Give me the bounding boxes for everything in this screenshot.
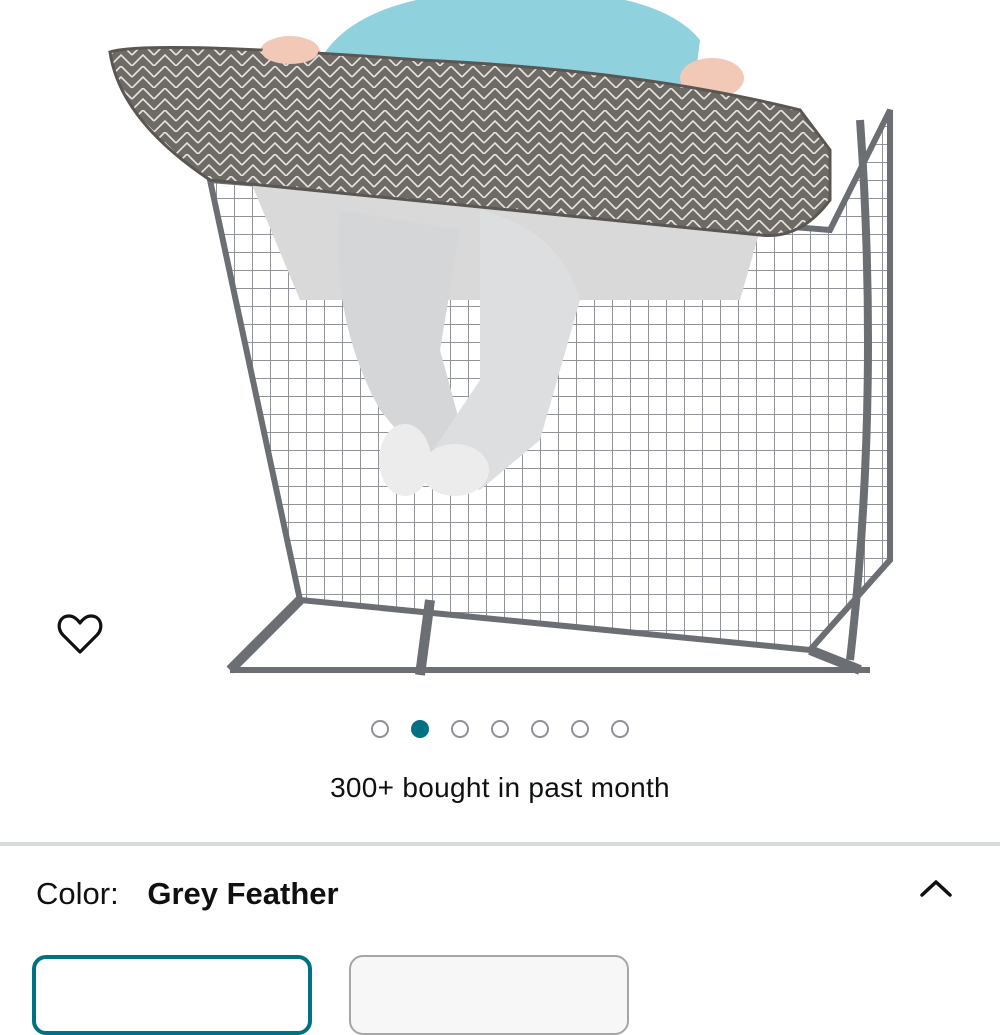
section-divider — [0, 842, 1000, 846]
image-dot-3[interactable] — [451, 720, 469, 738]
chevron-up-icon — [920, 880, 952, 897]
wishlist-button[interactable] — [56, 612, 108, 664]
bought-in-past-month-text: 300+ bought in past month — [330, 772, 670, 803]
image-dot-6[interactable] — [571, 720, 589, 738]
color-swatch-selected[interactable] — [32, 955, 312, 1035]
collapse-color-options-button[interactable] — [912, 868, 960, 908]
product-image-gallery[interactable] — [0, 0, 1000, 700]
color-variation-header: Color: Grey Feather — [36, 876, 339, 912]
product-image — [108, 0, 893, 676]
image-dot-1[interactable] — [371, 720, 389, 738]
heart-outline-icon — [57, 614, 103, 654]
image-dot-5[interactable] — [531, 720, 549, 738]
color-label: Color: — [36, 876, 119, 911]
image-dot-4[interactable] — [491, 720, 509, 738]
image-dot-2[interactable] — [411, 720, 429, 738]
image-pagination — [0, 720, 1000, 738]
image-dot-7[interactable] — [611, 720, 629, 738]
selected-color-value: Grey Feather — [147, 876, 339, 911]
color-swatch-option[interactable] — [349, 955, 629, 1035]
